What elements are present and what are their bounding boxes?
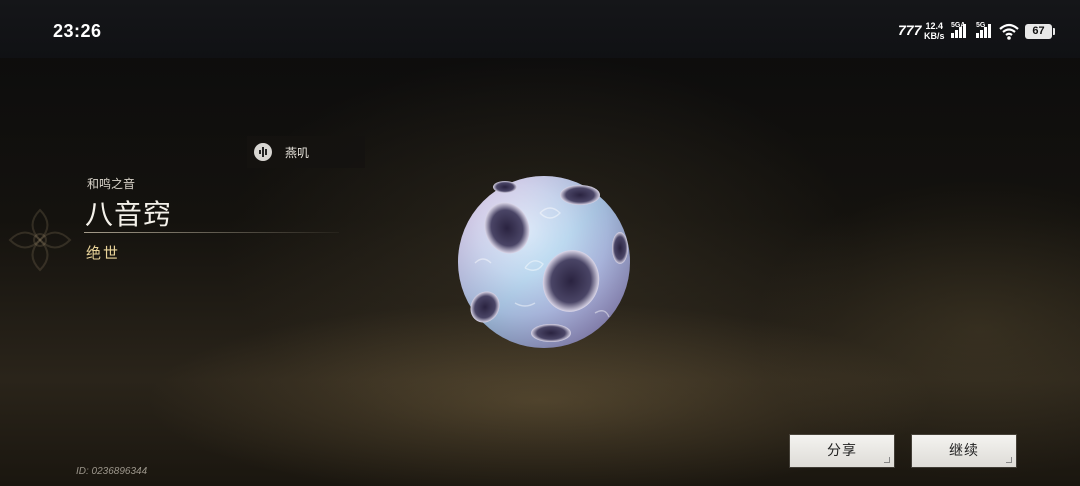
status-bar: 23:26 777 12.4 KB/s 5GA 5G 67 <box>0 0 1080 58</box>
network-speed-unit: KB/s <box>924 31 945 41</box>
sound-wave-icon <box>254 143 272 161</box>
wifi-icon <box>999 23 1019 40</box>
continue-button-label: 继续 <box>949 443 979 459</box>
player-id: ID: 0236896344 <box>76 466 148 477</box>
share-button-label: 分享 <box>827 443 857 459</box>
battery-icon: 67 <box>1025 24 1055 39</box>
share-button[interactable]: 分享 <box>790 435 894 467</box>
game-result-screen: 23:26 777 12.4 KB/s 5GA 5G 67 燕叽 和鸣之音 八音… <box>0 0 1080 486</box>
item-category: 和鸣之音 <box>87 177 136 191</box>
ornament-icon <box>8 208 72 272</box>
corner-decoration <box>1006 457 1012 463</box>
item-rarity: 绝世 <box>86 244 121 262</box>
network-logo: 777 <box>898 22 922 38</box>
item-tag-label: 燕叽 <box>285 146 310 160</box>
item-orb-image <box>458 176 630 348</box>
title-divider <box>84 232 339 233</box>
network-speed-value: 12.4 <box>925 21 944 31</box>
signal-bars-icon <box>976 24 994 38</box>
network-speed: 12.4 KB/s <box>924 21 945 41</box>
item-tag: 燕叽 <box>247 136 365 168</box>
continue-button[interactable]: 继续 <box>912 435 1016 467</box>
signal-bars-icon <box>951 24 969 38</box>
corner-decoration <box>884 457 890 463</box>
status-indicators: 777 12.4 KB/s 5GA 5G 67 <box>0 20 1080 44</box>
item-name: 八音窍 <box>85 198 173 231</box>
